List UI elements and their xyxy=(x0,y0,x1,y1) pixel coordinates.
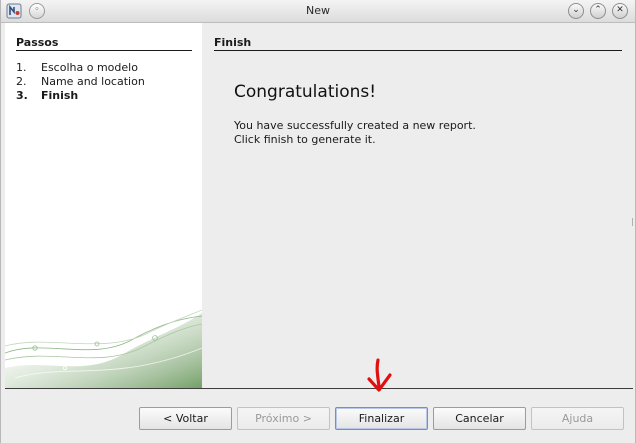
step-number: 2. xyxy=(16,75,27,88)
step-label: Finish xyxy=(41,89,79,102)
content-panel: Finish Congratulations! You have success… xyxy=(202,23,634,388)
step-label: Escolha o modelo xyxy=(41,61,138,74)
next-button[interactable]: Próximo > xyxy=(237,407,330,430)
window-title: New xyxy=(306,4,330,17)
minimize-button[interactable]: ⌄ xyxy=(568,3,584,19)
step-item-choose-template: 1. Escolha o modelo xyxy=(16,61,138,74)
help-button[interactable]: Ajuda xyxy=(531,407,624,430)
close-button[interactable]: ✕ xyxy=(612,3,628,19)
resize-grip[interactable] xyxy=(632,216,634,226)
decorative-swirl-graphic xyxy=(5,309,202,388)
new-report-wizard-window: ◦ New ⌄ ⌃ ✕ Passos 1. Escolha o modelo 2.… xyxy=(0,0,636,443)
steps-panel: Passos 1. Escolha o modelo 2. Name and loc… xyxy=(5,23,202,388)
success-message: You have successfully created a new repo… xyxy=(234,119,476,132)
step-item-name-location: 2. Name and location xyxy=(16,75,145,88)
title-bar[interactable]: ◦ New ⌄ ⌃ ✕ xyxy=(1,0,635,23)
red-arrow-down-icon xyxy=(367,358,392,392)
cancel-button[interactable]: Cancelar xyxy=(433,407,526,430)
step-number: 3. xyxy=(16,89,28,102)
steps-heading: Passos xyxy=(16,36,192,51)
content-heading: Finish xyxy=(214,36,622,51)
instruction-message: Click finish to generate it. xyxy=(234,133,376,146)
step-item-finish: 3. Finish xyxy=(16,89,78,102)
maximize-button[interactable]: ⌃ xyxy=(590,3,606,19)
button-bar-separator xyxy=(5,388,633,389)
congratulations-title: Congratulations! xyxy=(234,82,377,102)
step-label: Name and location xyxy=(41,75,145,88)
step-number: 1. xyxy=(16,61,27,74)
finish-button[interactable]: Finalizar xyxy=(335,407,428,430)
back-button[interactable]: < Voltar xyxy=(139,407,232,430)
